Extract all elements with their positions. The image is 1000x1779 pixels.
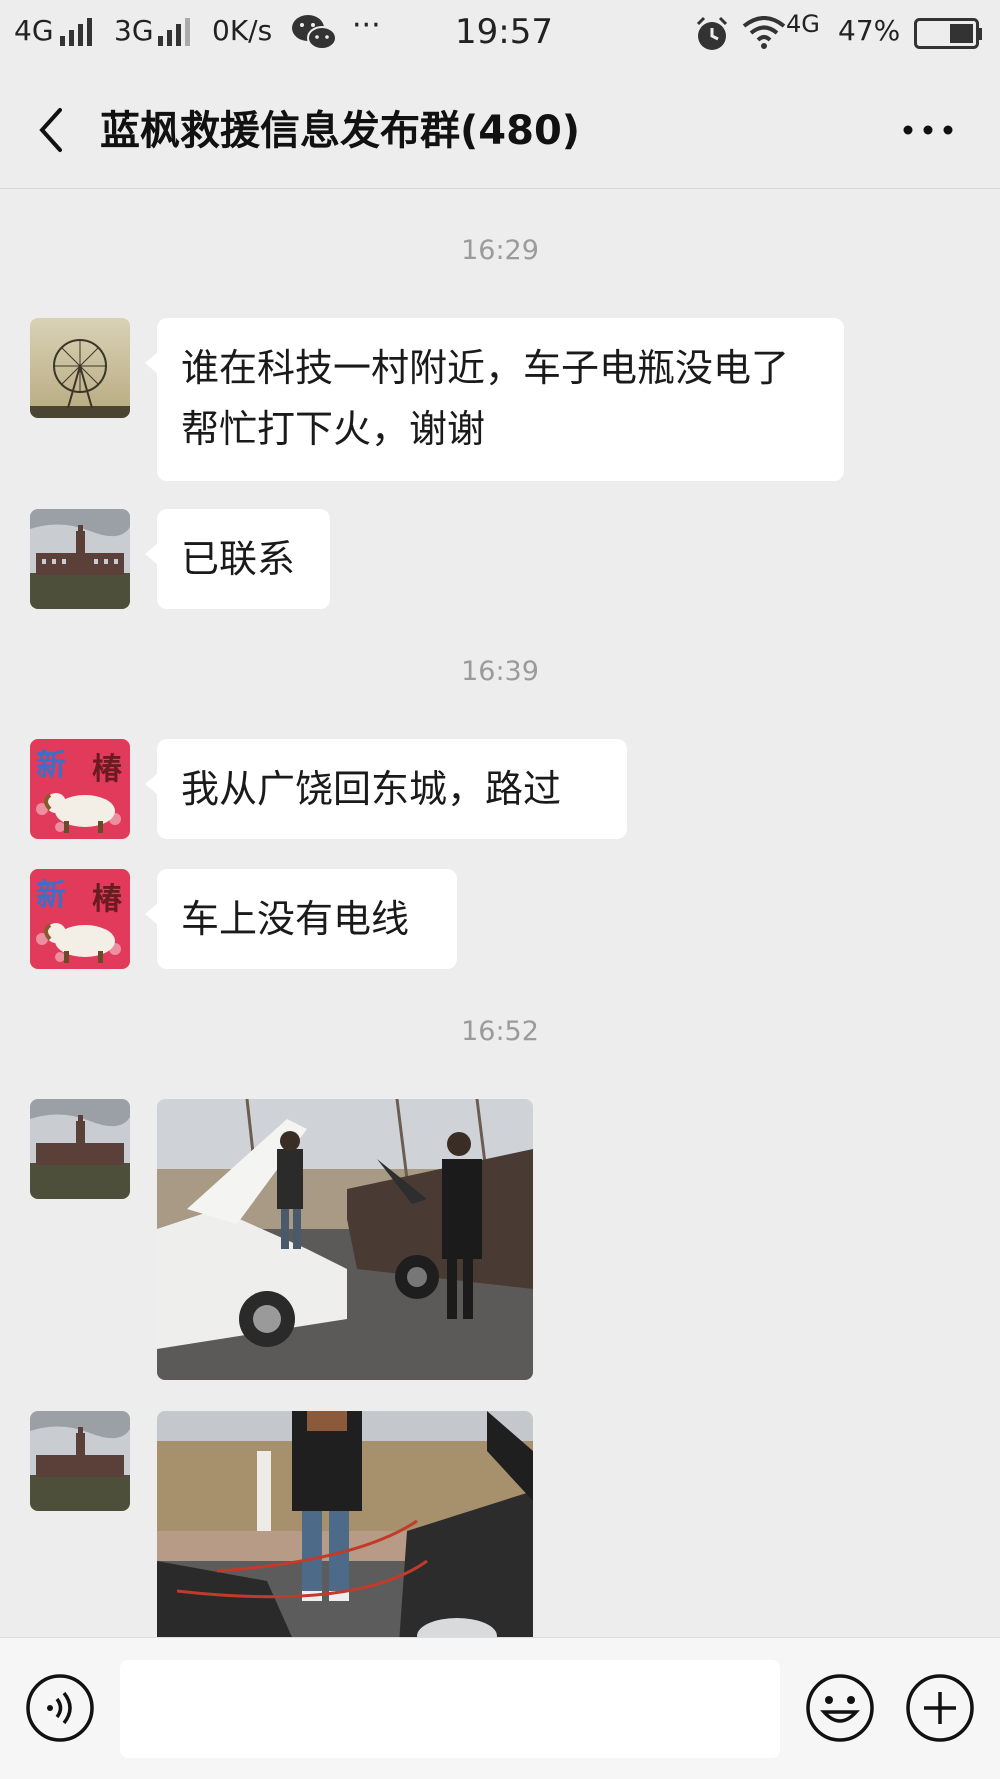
chat-title: 蓝枫救援信息发布群(480) [100, 108, 581, 154]
network-type-mid: 3G [114, 14, 154, 47]
avatar-stamp-char: 新 [36, 748, 66, 783]
network-type-right: 4G [786, 10, 820, 38]
network-speed: 0K/s [212, 14, 273, 47]
signal-icon-2 [158, 18, 190, 46]
message-input[interactable] [120, 1660, 780, 1758]
plus-icon[interactable] [904, 1672, 976, 1744]
photo-message[interactable] [157, 1411, 533, 1637]
message-timestamp: 16:29 [461, 235, 539, 266]
wifi-icon [742, 16, 786, 49]
avatar[interactable] [30, 318, 130, 418]
message-bubble[interactable]: 已联系 [145, 509, 330, 609]
alarm-icon [696, 16, 728, 50]
status-time: 19:57 [455, 12, 553, 52]
input-bar [0, 1637, 1000, 1779]
avatar[interactable]: 新 椿 [30, 869, 130, 969]
message-list[interactable]: 16:29 谁在科技一村附近，车子电瓶没电了帮忙打下火，谢谢 已联系 16:39… [0, 189, 1000, 1637]
more-icon[interactable] [898, 110, 958, 150]
wechat-icon [292, 15, 337, 50]
avatar-stamp-char: 椿 [92, 752, 123, 787]
status-bar: 4G 3G 0K/s ··· 19:57 4G 47% [0, 0, 1000, 70]
message-timestamp: 16:39 [461, 656, 539, 687]
avatar-stamp-char: 新 [36, 878, 66, 913]
battery-icon [914, 18, 982, 49]
signal-icon [60, 18, 92, 46]
back-icon[interactable] [34, 106, 68, 154]
message-bubble[interactable]: 我从广饶回东城，路过 [145, 739, 627, 839]
avatar[interactable] [30, 1411, 130, 1511]
chat-header: 蓝枫救援信息发布群(480) [0, 70, 1000, 189]
message-timestamp: 16:52 [461, 1016, 539, 1047]
emoji-icon[interactable] [804, 1672, 876, 1744]
avatar-stamp-char: 椿 [92, 882, 123, 917]
message-bubble[interactable]: 车上没有电线 [145, 869, 457, 969]
voice-icon[interactable] [24, 1672, 96, 1744]
status-more: ··· [352, 8, 381, 43]
avatar[interactable] [30, 1099, 130, 1199]
avatar[interactable] [30, 509, 130, 609]
message-bubble[interactable]: 谁在科技一村附近，车子电瓶没电了帮忙打下火，谢谢 [145, 318, 844, 481]
network-type-left: 4G [14, 14, 54, 47]
avatar[interactable]: 新 椿 [30, 739, 130, 839]
battery-percent: 47% [838, 14, 901, 47]
photo-message[interactable] [157, 1099, 533, 1380]
